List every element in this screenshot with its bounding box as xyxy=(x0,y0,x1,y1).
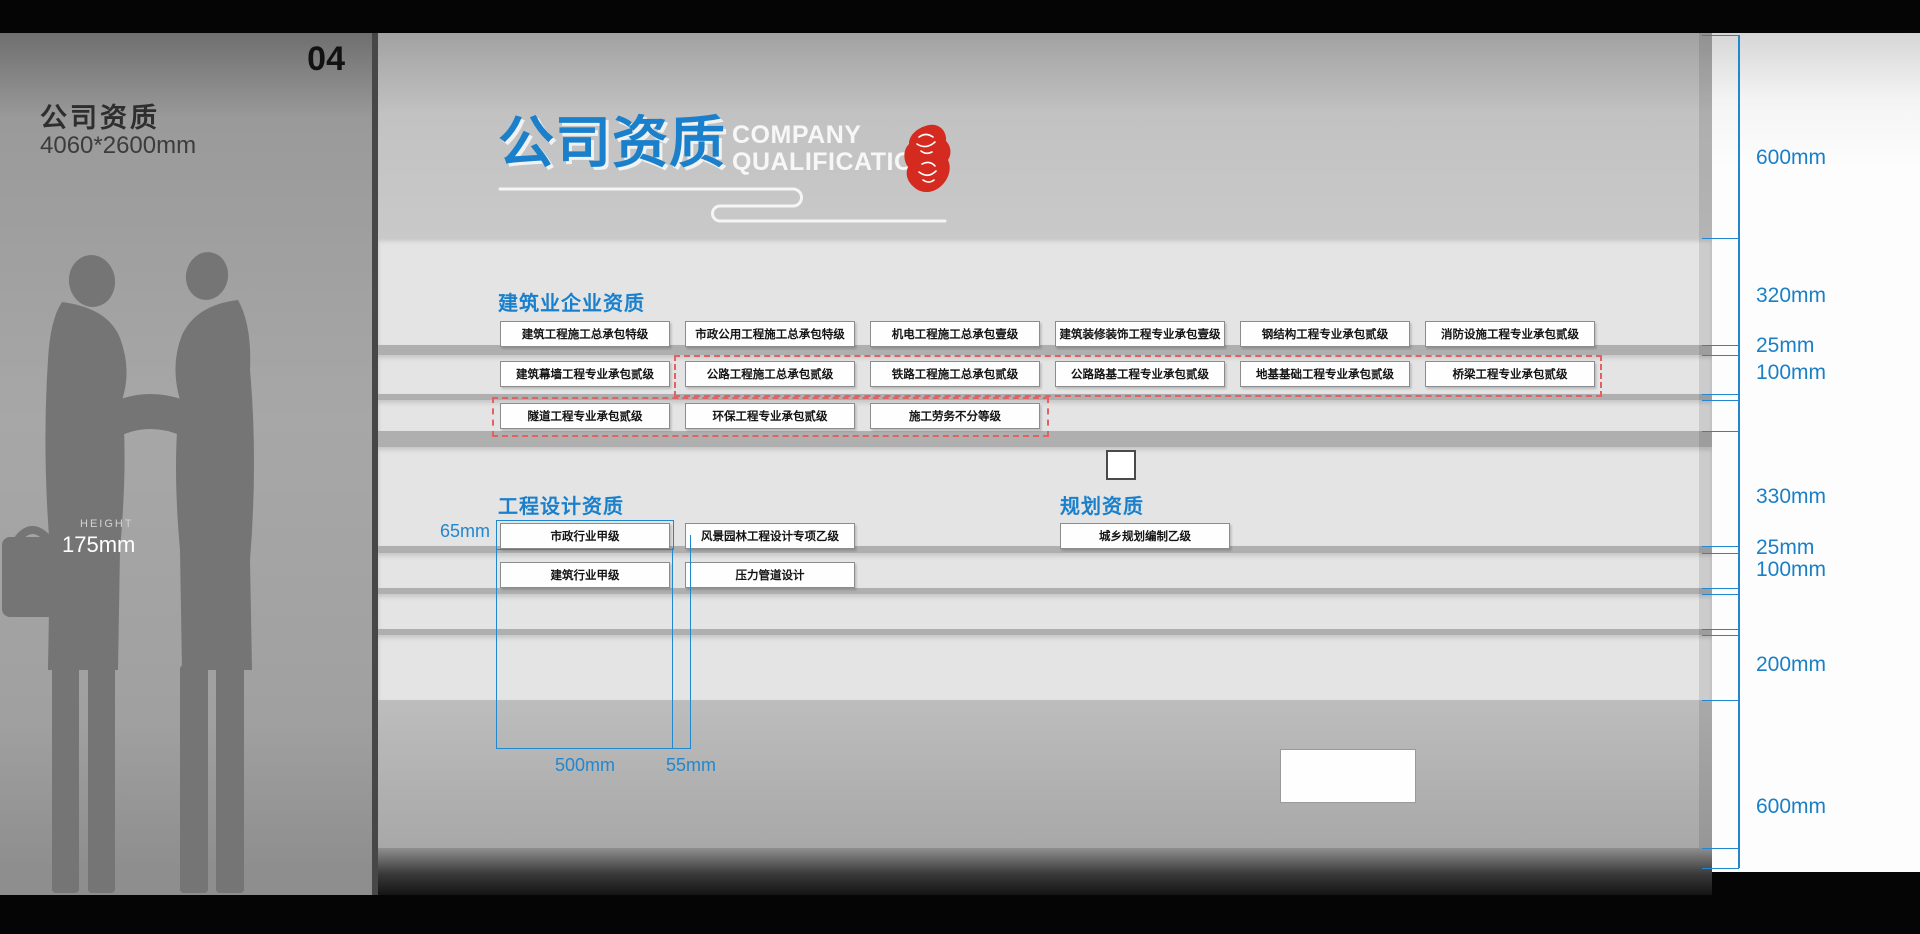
dimension-baseline xyxy=(1738,35,1740,868)
section-title-design: 工程设计资质 xyxy=(498,490,624,519)
badge-row-planning-1: 城乡规划编制乙级 xyxy=(1060,523,1230,549)
dimension-tick xyxy=(1702,635,1739,636)
measure-line xyxy=(690,535,691,748)
blank-plaque xyxy=(1280,749,1416,803)
dim-right-320: 320mm xyxy=(1756,284,1826,308)
dimension-tick xyxy=(1702,355,1739,356)
wall-side-edge xyxy=(1699,33,1712,848)
dimension-tick xyxy=(1702,35,1739,36)
dimension-tick xyxy=(1702,238,1739,239)
page-number: 04 xyxy=(240,40,345,79)
dimension-tick xyxy=(1702,588,1739,589)
wall-title-cn: 公司资质 xyxy=(498,112,726,174)
bottom-black-bar xyxy=(0,895,1920,934)
dim-right-200: 200mm xyxy=(1756,653,1826,677)
section-title-planning: 规划资质 xyxy=(1060,490,1144,519)
dim-right-100a: 100mm xyxy=(1756,361,1826,385)
qualification-badge: 钢结构工程专业承包贰级 xyxy=(1240,321,1410,347)
dim-right-100b: 100mm xyxy=(1756,558,1826,582)
qualification-badge: 建筑行业甲级 xyxy=(500,562,670,588)
qualification-badge: 风景园林工程设计专项乙级 xyxy=(685,523,855,549)
dimension-tick xyxy=(1702,629,1739,630)
dim-right-25a: 25mm xyxy=(1756,334,1814,358)
dim-badge-width: 500mm xyxy=(540,755,630,776)
dimension-tick xyxy=(1702,546,1739,547)
dimension-tick xyxy=(1702,868,1739,869)
dim-right-25b: 25mm xyxy=(1756,536,1814,560)
panel-size-label: 4060*2600mm xyxy=(40,132,196,160)
height-label: HEIGHT xyxy=(80,518,134,530)
dimension-tick xyxy=(1702,345,1739,346)
dim-right-330: 330mm xyxy=(1756,485,1826,509)
dimension-tick xyxy=(1702,394,1739,395)
badge-row-construction-1: 建筑工程施工总承包特级市政公用工程施工总承包特级机电工程施工总承包壹级建筑装修装… xyxy=(500,321,1595,347)
highlight-dashed-box-row3 xyxy=(492,397,1049,437)
top-black-bar xyxy=(0,0,1920,33)
qualification-badge: 压力管道设计 xyxy=(685,562,855,588)
qualification-badge: 市政公用工程施工总承包特级 xyxy=(685,321,855,347)
height-value: 175mm xyxy=(62,532,135,558)
decorative-line xyxy=(498,182,950,226)
dim-right-600b: 600mm xyxy=(1756,795,1826,819)
measure-line xyxy=(496,748,691,749)
measure-line xyxy=(496,548,497,748)
section-title-construction: 建筑业企业资质 xyxy=(498,287,645,316)
dim-badge-gap: 55mm xyxy=(652,755,730,776)
dimension-tick xyxy=(1702,594,1739,595)
dim-badge-height: 65mm xyxy=(418,521,490,542)
sample-square xyxy=(1106,450,1136,480)
measure-line xyxy=(672,548,673,748)
wall-panel xyxy=(378,635,1712,700)
floor-shadow xyxy=(378,848,1712,895)
measure-badge-outline xyxy=(496,520,674,550)
qualification-badge: 消防设施工程专业承包贰级 xyxy=(1425,321,1595,347)
dim-right-600a: 600mm xyxy=(1756,146,1826,170)
qualification-badge: 机电工程施工总承包壹级 xyxy=(870,321,1040,347)
dimension-tick xyxy=(1702,553,1739,554)
dimension-tick xyxy=(1702,848,1739,849)
qualification-badge: 建筑工程施工总承包特级 xyxy=(500,321,670,347)
highlight-dashed-box-row2 xyxy=(674,355,1602,397)
qualification-badge: 城乡规划编制乙级 xyxy=(1060,523,1230,549)
design-sheet: 04 公司资质 4060*2600mm HEIGHT 175mm xyxy=(0,0,1920,934)
people-silhouette xyxy=(0,250,310,895)
dimension-tick xyxy=(1702,700,1739,701)
wall-panel xyxy=(378,594,1712,629)
panel-title: 公司资质 xyxy=(40,96,160,135)
qualification-badge: 建筑装修装饰工程专业承包壹级 xyxy=(1055,321,1225,347)
dimension-tick xyxy=(1702,431,1739,432)
dimension-tick xyxy=(1702,400,1739,401)
qualification-badge: 建筑幕墙工程专业承包贰级 xyxy=(500,361,670,387)
badge-row-design-2: 建筑行业甲级压力管道设计 xyxy=(500,562,855,588)
